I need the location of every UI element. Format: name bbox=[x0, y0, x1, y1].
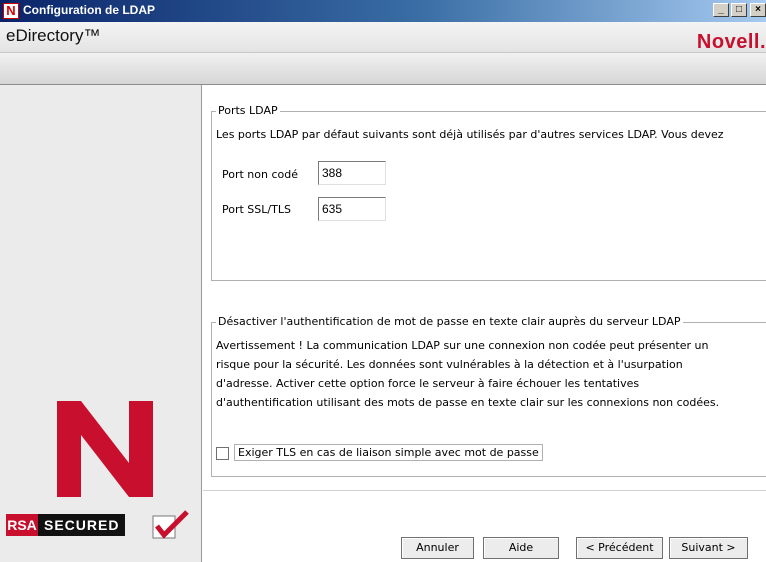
cancel-button[interactable]: Annuler bbox=[401, 537, 474, 559]
help-button[interactable]: Aide bbox=[483, 537, 559, 559]
rsa-secured-badge: RSA SECURED bbox=[6, 510, 198, 544]
rsa-badge-prefix: RSA bbox=[6, 514, 38, 536]
auth-group-title: Désactiver l'authentification de mot de … bbox=[216, 315, 683, 328]
clear-port-label: Port non codé bbox=[222, 168, 299, 181]
novell-brand-logo: Novell. bbox=[696, 31, 766, 53]
title-bar: N Configuration de LDAP _ □ × bbox=[0, 0, 766, 22]
ports-description: Les ports LDAP par défaut suivants sont … bbox=[216, 128, 724, 141]
header-top-band: eDirectory™ Novell. bbox=[0, 22, 766, 53]
novell-app-icon: N bbox=[3, 3, 19, 19]
novell-n-logo-icon bbox=[57, 401, 153, 497]
warning-line: risque pour la sécurité. Les données son… bbox=[216, 358, 683, 371]
left-decor-panel: RSA SECURED bbox=[0, 85, 202, 562]
divider bbox=[203, 490, 766, 491]
window-title: Configuration de LDAP bbox=[23, 3, 155, 17]
ssl-port-label: Port SSL/TLS bbox=[222, 203, 291, 216]
security-warning: Avertissement ! La communication LDAP su… bbox=[216, 336, 766, 412]
warning-line: Avertissement ! La communication LDAP su… bbox=[216, 339, 709, 352]
next-button[interactable]: Suivant > bbox=[669, 537, 748, 559]
checkmark-icon bbox=[152, 510, 189, 539]
require-tls-label[interactable]: Exiger TLS en cas de liaison simple avec… bbox=[234, 444, 543, 461]
rsa-badge-suffix: SECURED bbox=[38, 514, 126, 536]
header-banner: eDirectory™ Novell. bbox=[0, 22, 766, 85]
maximize-button[interactable]: □ bbox=[731, 3, 747, 17]
ssl-port-input[interactable] bbox=[318, 197, 386, 221]
clear-port-input[interactable] bbox=[318, 161, 386, 185]
minimize-button[interactable]: _ bbox=[713, 3, 729, 17]
close-button[interactable]: × bbox=[750, 3, 766, 17]
ports-group-title: Ports LDAP bbox=[216, 104, 280, 117]
warning-line: d'authentification utilisant des mots de… bbox=[216, 396, 720, 409]
require-tls-checkbox[interactable] bbox=[216, 447, 229, 460]
product-name: eDirectory™ bbox=[6, 26, 101, 45]
warning-line: d'adresse. Activer cette option force le… bbox=[216, 377, 640, 390]
back-button[interactable]: < Précédent bbox=[576, 537, 663, 559]
